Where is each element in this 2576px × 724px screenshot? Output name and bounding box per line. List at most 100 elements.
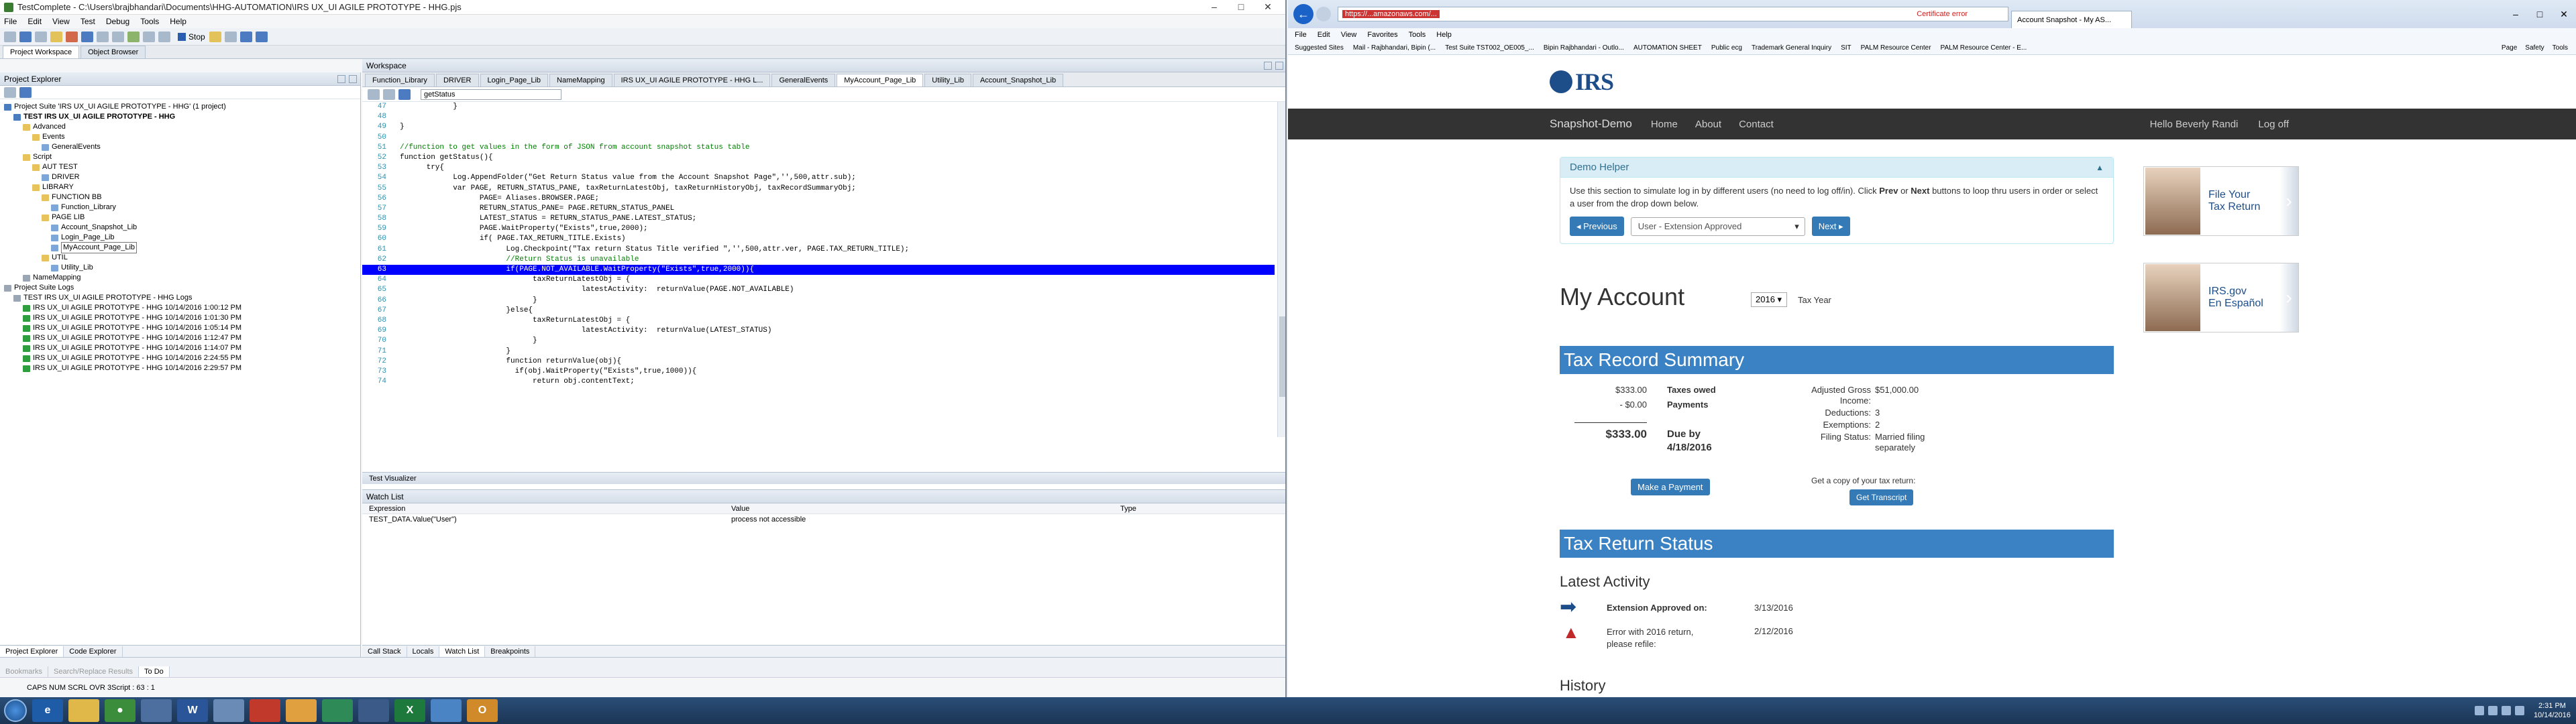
tree-item[interactable]: DRIVER — [0, 172, 360, 182]
certificate-error-badge[interactable]: Certificate error — [1917, 10, 1968, 18]
editor-tab[interactable]: DRIVER — [435, 74, 479, 86]
stop-button[interactable]: Stop — [178, 32, 205, 42]
pause-icon[interactable] — [158, 31, 170, 42]
code-line[interactable]: 73 if(obj.WaitProperty("Exists",true,100… — [362, 367, 1275, 377]
window-layout-icon[interactable] — [239, 31, 252, 42]
command-menu[interactable]: Safety — [2525, 44, 2544, 52]
tree-item[interactable]: Function_Library — [0, 202, 360, 213]
code-line[interactable]: 61 Log.Checkpoint("Tax return Status Tit… — [362, 245, 1275, 255]
favorite-link[interactable]: Test Suite TST002_OE005_... — [1445, 44, 1534, 52]
make-payment-button[interactable]: Make a Payment — [1631, 479, 1710, 495]
tax-year-select[interactable]: 2016 ▾ — [1751, 292, 1787, 307]
editor-tab[interactable]: MyAccount_Page_Lib — [837, 74, 924, 86]
tab-bookmarks[interactable]: Bookmarks — [0, 666, 49, 677]
close-icon[interactable] — [1275, 61, 1283, 70]
editor-tab[interactable]: Account_Snapshot_Lib — [972, 74, 1064, 86]
browser-tab[interactable]: Account Snapshot - My AS... — [2011, 11, 2132, 28]
next-button[interactable]: Next ▸ — [1811, 217, 1850, 236]
get-transcript-button[interactable]: Get Transcript — [1849, 489, 1914, 505]
nav-brand[interactable]: Snapshot-Demo — [1550, 117, 1632, 131]
code-line[interactable]: 56 PAGE= Aliases.BROWSER.PAGE; — [362, 194, 1275, 204]
scroll-thumb[interactable] — [1279, 316, 1285, 397]
nav-contact[interactable]: Contact — [1739, 119, 1774, 130]
tree-item[interactable]: Project Suite 'IRS UX_UI AGILE PROTOTYPE… — [0, 102, 360, 112]
back-arrow-icon[interactable]: ← — [1293, 4, 1313, 24]
tab-locals[interactable]: Locals — [407, 646, 440, 657]
user-select[interactable]: User - Extension Approved — [1630, 217, 1805, 236]
minimize-icon[interactable]: – — [2504, 9, 2528, 20]
menu-view[interactable]: View — [52, 17, 70, 26]
tab-code-explorer[interactable]: Code Explorer — [64, 646, 123, 657]
tab-to-do[interactable]: To Do — [139, 666, 170, 677]
code-line[interactable]: 53 try{ — [362, 163, 1275, 173]
code-editor[interactable]: 47 } 48 49} 50 51//function to get values in… — [362, 102, 1275, 437]
code-line[interactable]: 55 var PAGE, RETURN_STATUS_PANE, taxRetu… — [362, 184, 1275, 194]
mail-icon[interactable] — [286, 699, 317, 722]
folder-icon[interactable] — [68, 699, 99, 722]
cut-icon[interactable] — [97, 31, 109, 42]
tree-item[interactable]: TEST IRS UX_UI AGILE PROTOTYPE - HHG Log… — [0, 293, 360, 303]
panel-layout-icon[interactable] — [255, 31, 268, 42]
forward-icon[interactable] — [383, 88, 395, 100]
nav-about[interactable]: About — [1695, 119, 1721, 130]
step-into-icon[interactable] — [209, 31, 221, 42]
code-line[interactable]: 54 Log.AppendFolder("Get Return Status v… — [362, 173, 1275, 183]
tree-item[interactable]: IRS UX_UI AGILE PROTOTYPE - HHG 10/14/20… — [0, 353, 360, 363]
tree-item[interactable]: Login_Page_Lib — [0, 233, 360, 243]
record-icon[interactable] — [143, 31, 155, 42]
editor-tab[interactable]: IRS UX_UI AGILE PROTOTYPE - HHG L... — [613, 74, 771, 86]
editor-tab[interactable]: NameMapping — [549, 74, 612, 86]
code-line[interactable]: 51 //function to get values in the form o… — [362, 143, 1275, 153]
app-icon[interactable] — [358, 699, 389, 722]
code-line[interactable]: 68 taxReturnLatestObj = { — [362, 316, 1275, 326]
file-tax-return-ad[interactable]: File Your Tax Return › — [2143, 166, 2299, 236]
code-line[interactable]: 64 taxReturnLatestObj = { — [362, 275, 1275, 285]
tree-item[interactable]: IRS UX_UI AGILE PROTOTYPE - HHG 10/14/20… — [0, 363, 360, 373]
code-line[interactable]: 60 if( PAGE.TAX_RETURN_TITLE.Exists) — [362, 234, 1275, 244]
menu-tools[interactable]: Tools — [140, 17, 159, 26]
properties-icon[interactable] — [19, 86, 32, 98]
tree-item[interactable]: NameMapping — [0, 273, 360, 283]
menu-help[interactable]: Help — [170, 17, 186, 26]
maximize-icon[interactable]: □ — [1228, 1, 1254, 13]
code-line[interactable]: 50 — [362, 133, 1275, 143]
tab-object-browser[interactable]: Object Browser — [80, 46, 146, 58]
code-line[interactable]: 74 return obj.contentText; — [362, 377, 1275, 387]
step-over-icon[interactable] — [224, 31, 237, 42]
code-line[interactable]: 47 } — [362, 102, 1275, 112]
chrome-icon[interactable]: ● — [105, 699, 136, 722]
demo-helper-header[interactable]: Demo Helper ▲ — [1560, 158, 2113, 178]
code-line[interactable]: 59 PAGE.WaitProperty("Exists",true,2000)… — [362, 224, 1275, 234]
nav-user[interactable]: Hello Beverly Randi — [2150, 119, 2239, 130]
editor-tab[interactable]: Utility_Lib — [924, 74, 971, 86]
code-line[interactable]: 49} — [362, 122, 1275, 132]
close-icon[interactable]: ✕ — [2552, 9, 2576, 20]
outlook-icon[interactable]: O — [467, 699, 498, 722]
add-icon[interactable] — [4, 86, 16, 98]
routine-dropdown[interactable]: getStatus — [421, 88, 561, 100]
favorite-link[interactable]: Trademark General Inquiry — [1752, 44, 1831, 52]
code-line[interactable]: 62 //Return Status is unavailable — [362, 255, 1275, 265]
pdf-icon[interactable] — [250, 699, 280, 722]
command-menu[interactable]: Tools — [2553, 44, 2568, 52]
tab-call-stack[interactable]: Call Stack — [362, 646, 407, 657]
tree-item[interactable]: PAGE LIB — [0, 213, 360, 223]
irs-espanol-ad[interactable]: IRS.gov En Español › — [2143, 263, 2299, 333]
tree-item[interactable]: Events — [0, 132, 360, 142]
menu-edit[interactable]: Edit — [28, 17, 42, 26]
favorite-link[interactable]: PALM Resource Center — [1861, 44, 1931, 52]
tree-item[interactable]: LIBRARY — [0, 182, 360, 192]
editor-tab[interactable]: GeneralEvents — [771, 74, 836, 86]
code-line[interactable]: 69 latestActivity: returnValue(LATEST_ST… — [362, 326, 1275, 336]
tree-item[interactable]: IRS UX_UI AGILE PROTOTYPE - HHG 10/14/20… — [0, 323, 360, 333]
excel-icon[interactable]: X — [394, 699, 425, 722]
code-line[interactable]: 72 function returnValue(obj){ — [362, 357, 1275, 367]
open-icon[interactable] — [19, 31, 32, 42]
close-icon[interactable] — [349, 74, 357, 83]
favorite-link[interactable]: SIT — [1841, 44, 1851, 52]
clock[interactable]: 2:31 PM 10/14/2016 — [2534, 701, 2571, 720]
tree-item[interactable]: TEST IRS UX_UI AGILE PROTOTYPE - HHG — [0, 112, 360, 122]
favorite-link[interactable]: Mail - Rajbhandari, Bipin (... — [1353, 44, 1436, 52]
ie-icon[interactable]: e — [32, 699, 63, 722]
save-icon[interactable] — [35, 31, 47, 42]
